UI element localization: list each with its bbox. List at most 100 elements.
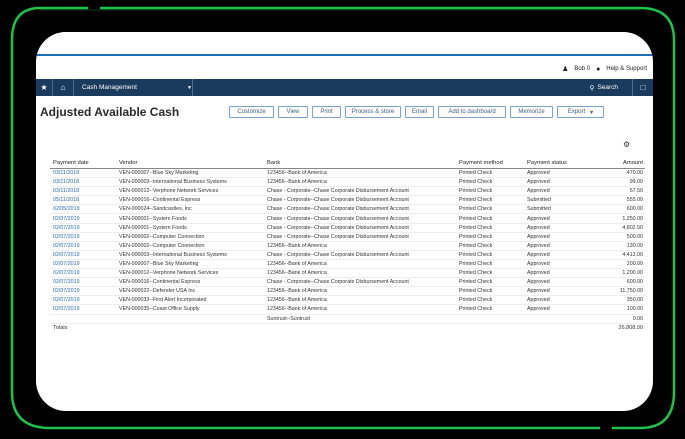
view-button[interactable]: View [278,106,308,118]
cell-bank: 123456--Bank of America [264,295,456,306]
table-row: 02/07/2019 VEN-000002--Computer Connectio… [50,241,645,251]
cell-bank: 123456--Bank of America [264,268,456,279]
cell-vendor: VEN-000002--Computer Connection [116,232,264,242]
cell-vendor: VEN-000033--First Alert Incorporated [116,295,264,306]
cell-bank: Chase - Corporate--Chase Corporate Disbu… [264,250,456,260]
search-icon: ⚲ [589,84,595,92]
star-icon[interactable]: ★ [36,83,52,92]
cell-payment-status: Approved [524,232,590,242]
cell-payment-status: Approved [524,213,590,224]
cell-payment-date[interactable]: 02/07/2019 [50,295,116,306]
table-row: 02/07/2019 VEN-000033--First Alert Incorp… [50,295,645,306]
cell-amount: 555.00 [590,195,645,206]
cell-amount: 99.00 [590,177,645,188]
browser-strip [36,32,653,54]
cell-bank: 123456--Bank of America [264,286,456,297]
search-label: Search [597,84,618,91]
cell-payment-date[interactable]: 03/11/2018 [50,186,116,197]
cell-payment-date[interactable]: 05/11/2018 [50,195,116,206]
cell-amount: 1,250.00 [590,213,645,224]
memorize-button[interactable]: Memorize [510,106,553,118]
nav-divider [192,79,193,96]
cell-payment-date[interactable]: 02/07/2019 [50,250,116,260]
cell-payment-method: Printed Check [456,277,524,288]
module-label: Cash Management [82,84,137,91]
cell-payment-date[interactable]: 02/07/2019 [50,304,116,315]
cell-vendor: VEN-000016--Continental Express [116,277,264,288]
cell-payment-date[interactable]: 02/07/2019 [50,286,116,297]
cell-vendor: VEN-000003--International Business Syste… [116,250,264,260]
cell-payment-method: Printed Check [456,223,524,233]
cell-amount: 500.00 [590,232,645,242]
chevron-down-icon: ▾ [590,109,594,116]
user-icon[interactable]: ♟ [562,65,568,73]
cell-bank: Chase - Corporate--Chase Corporate Disbu… [264,204,456,215]
column-header-vendor[interactable]: Vendor [116,158,264,169]
column-header-amount[interactable]: Amount [590,158,645,169]
cell-payment-method: Printed Check [456,177,524,188]
cell-amount: 11,750.00 [590,286,645,297]
cell-vendor: VEN-000012--Verphone Network Services [116,186,264,197]
cell-amount: 350.00 [590,295,645,306]
cell-payment-method: Printed Check [456,168,524,179]
payments-table: Payment date Vendor Bank Payment method … [50,158,645,332]
export-button[interactable]: Export ▾ [557,106,604,118]
cell-vendor: VEN-000016--Continental Express [116,195,264,206]
search-button[interactable]: ⚲ Search [590,84,632,92]
bookmark-icon[interactable]: □ [633,83,653,92]
add-to-dashboard-button[interactable]: Add to dashboard [438,106,506,118]
cell-payment-status: Submitted [524,195,590,206]
cell-amount: 57.50 [590,186,645,197]
table-row: 02/07/2019 VEN-000022--Defender USA Inc 12… [50,286,645,297]
cell-bank: Chase - Corporate--Chase Corporate Disbu… [264,186,456,197]
customize-button[interactable]: Customize [229,106,274,118]
main-nav: ★ ⌂ Cash Management ▼ ⚲ Search □ [36,79,653,96]
cell-amount: 200.00 [590,259,645,270]
table-row: 02/07/2019 VEN-000007--Blue Sky Marketing… [50,259,645,270]
cell-payment-status: Approved [524,186,590,197]
cell-bank: Suntrust--Suntrust [264,314,456,324]
chat-icon[interactable]: ● [596,66,600,73]
column-header-bank[interactable]: Bank [264,158,456,169]
cell-payment-status: Approved [524,177,590,188]
user-name[interactable]: Bob 0 [574,66,590,72]
cell-payment-date[interactable]: 02/07/2019 [50,223,116,233]
cell-amount: 100.00 [590,304,645,315]
home-icon[interactable]: ⌂ [53,83,73,92]
cell-payment-date[interactable] [50,314,116,324]
cell-payment-date[interactable]: 02/07/2019 [50,241,116,251]
cell-payment-date[interactable]: 03/11/2018 [50,177,116,188]
cell-payment-date[interactable]: 02/07/2019 [50,213,116,224]
cell-payment-date[interactable]: 02/07/2019 [50,268,116,279]
print-button[interactable]: Print [312,106,341,118]
cell-payment-date[interactable]: 02/05/2019 [50,204,116,215]
module-menu[interactable]: Cash Management ▼ [74,84,192,91]
table-header-row: Payment date Vendor Bank Payment method … [50,158,645,169]
cell-payment-method: Printed Check [456,259,524,270]
cell-payment-status: Approved [524,259,590,270]
column-header-payment-method[interactable]: Payment method [456,158,524,169]
process-store-button[interactable]: Process & store [345,106,401,118]
help-link[interactable]: Help & Support [606,66,647,72]
cell-amount: 0.00 [590,314,645,324]
cell-payment-date[interactable]: 03/11/2018 [50,168,116,179]
table-row: 02/05/2019 VEN-000024--Sandcastles, Inc Ch… [50,204,645,215]
table-row: 05/11/2018 VEN-000016--Continental Expres… [50,195,645,206]
cell-bank: Chase - Corporate--Chase Corporate Disbu… [264,277,456,288]
cell-payment-date[interactable]: 02/07/2019 [50,277,116,288]
table-row: 02/07/2019 VEN-000001--System Foods Chase … [50,223,645,233]
cell-payment-status: Approved [524,223,590,233]
cell-amount: 4,802.50 [590,223,645,233]
gear-icon[interactable]: ⚙ [623,140,630,149]
column-header-payment-status[interactable]: Payment status [524,158,590,169]
cell-bank: 123456--Bank of America [264,241,456,251]
cell-payment-method: Printed Check [456,213,524,224]
cell-payment-method: Printed Check [456,241,524,251]
cell-vendor: VEN-000003--International Business Syste… [116,177,264,188]
table-row: 02/07/2019 VEN-000012--Verphone Network S… [50,268,645,279]
cell-payment-date[interactable]: 02/07/2019 [50,232,116,242]
cell-payment-date[interactable]: 02/07/2019 [50,259,116,270]
email-button[interactable]: Email [405,106,434,118]
column-header-payment-date[interactable]: Payment date [50,158,116,169]
cell-bank: Chase - Corporate--Chase Corporate Disbu… [264,213,456,224]
